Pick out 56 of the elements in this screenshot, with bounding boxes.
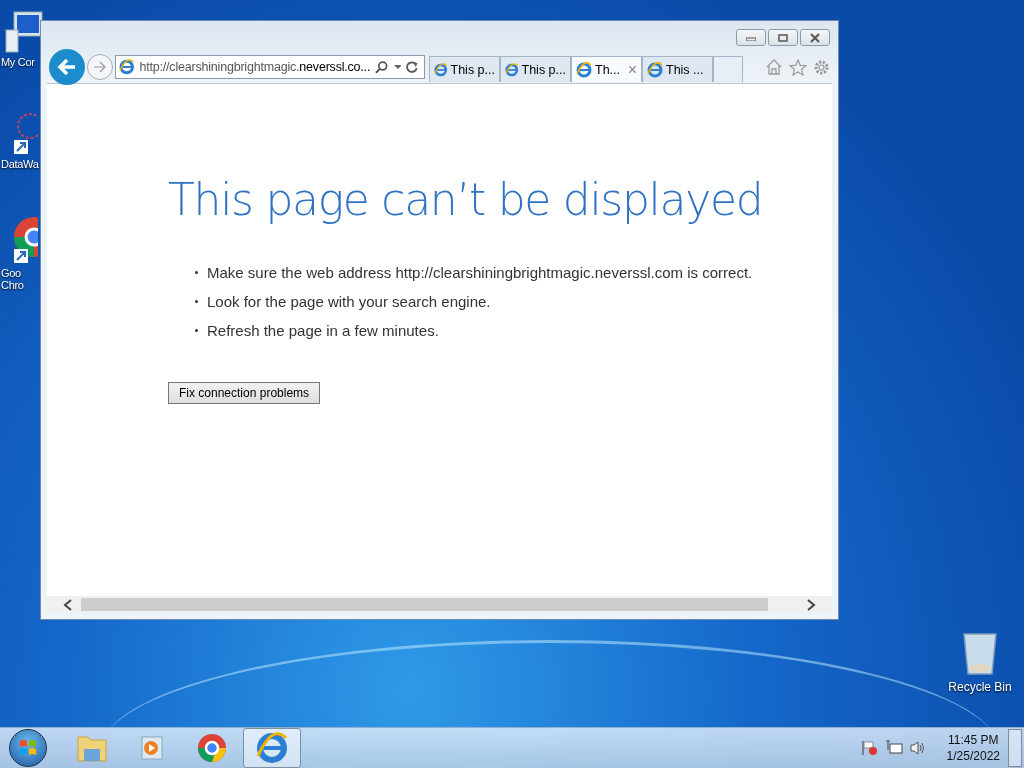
- folder-icon: [76, 733, 108, 763]
- browser-tab[interactable]: This ...: [642, 56, 713, 82]
- dropdown-caret-icon[interactable]: [393, 64, 402, 70]
- ie-logo-icon: [256, 732, 288, 764]
- back-button[interactable]: [49, 49, 85, 85]
- close-tab-button[interactable]: ×: [627, 60, 637, 79]
- suggestion-text: Look for the page with your search engine.: [207, 293, 491, 310]
- minimize-icon: [746, 34, 756, 41]
- recycle-bin-icon[interactable]: [960, 630, 1000, 678]
- maximize-icon: [778, 33, 788, 42]
- error-heading: This page can’t be displayed: [168, 173, 763, 227]
- desktop-icon-label[interactable]: Goo Chro: [0, 267, 39, 291]
- star-icon[interactable]: [789, 58, 807, 76]
- settings-icon[interactable]: [813, 58, 830, 76]
- browser-tab[interactable]: This p...: [429, 56, 500, 82]
- windows-logo-icon: [18, 738, 38, 758]
- horizontal-scrollbar[interactable]: [47, 596, 832, 613]
- minimize-button[interactable]: [736, 29, 766, 46]
- desktop-icon-label[interactable]: DataWa: [0, 158, 39, 170]
- ie-logo-icon: [647, 61, 663, 78]
- browser-tab[interactable]: This p...: [500, 56, 571, 82]
- suggestion-text: Make sure the web address http://clearshiningbrightmagic.neverssl.com is correct.: [207, 264, 753, 281]
- bullet-icon: [195, 271, 198, 274]
- home-icon[interactable]: [765, 59, 783, 75]
- maximize-button[interactable]: [768, 29, 798, 46]
- start-button[interactable]: [9, 729, 47, 767]
- ie-logo-icon: [576, 61, 592, 78]
- close-icon: [809, 32, 821, 43]
- back-arrow-icon: [57, 58, 77, 76]
- clock-time[interactable]: 11:45 PM: [948, 733, 999, 747]
- bullet-icon: [195, 329, 198, 332]
- ie-logo-icon: [434, 61, 448, 78]
- desktop-icon-label[interactable]: Recycle Bin: [948, 680, 1012, 694]
- suggestion-text: Refresh the page in a few minutes.: [207, 322, 439, 339]
- fix-connection-button[interactable]: Fix connection problems: [168, 382, 321, 404]
- network-icon[interactable]: [884, 740, 903, 756]
- action-center-flag-icon[interactable]: [860, 740, 879, 756]
- taskbar-app[interactable]: [243, 728, 301, 768]
- forward-arrow-icon: [93, 61, 107, 73]
- speaker-icon[interactable]: [908, 740, 927, 756]
- url-text: http://clearshiningbrightmagic.neverssl.co...: [139, 60, 371, 74]
- browser-tab[interactable]: Th... ×: [571, 56, 642, 82]
- close-button[interactable]: [800, 29, 830, 46]
- desktop-icon-label[interactable]: My Cor: [0, 56, 35, 68]
- show-desktop-button[interactable]: [1008, 729, 1022, 767]
- media-player-icon: [138, 734, 166, 762]
- scroll-right-icon[interactable]: [806, 598, 816, 611]
- chrome-icon: [197, 733, 227, 763]
- search-icon[interactable]: [375, 60, 389, 74]
- address-bar[interactable]: http://clearshiningbrightmagic.neverssl.co...: [115, 55, 425, 79]
- scroll-left-icon[interactable]: [63, 598, 73, 611]
- refresh-icon[interactable]: [406, 60, 419, 74]
- ie-logo-icon: [505, 61, 519, 78]
- clock-date[interactable]: 1/25/2022: [946, 749, 1000, 763]
- bullet-icon: [195, 300, 198, 303]
- ie-logo-icon: [119, 59, 135, 75]
